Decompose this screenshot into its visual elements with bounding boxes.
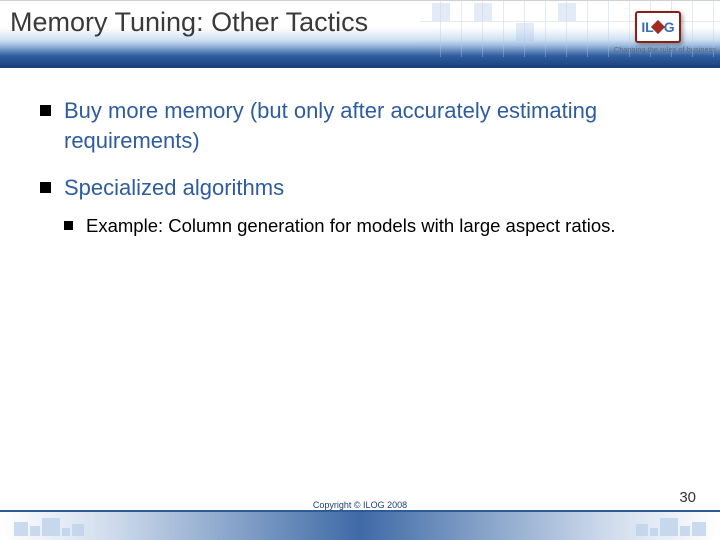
slide-header: Memory Tuning: Other Tactics I L G Chang… [0, 0, 720, 68]
copyright-text: Copyright © ILOG 2008 [0, 500, 720, 510]
footer-decoration-left [14, 514, 124, 536]
footer-decoration-right [596, 514, 706, 536]
logo-tagline: Changing the rules of business [614, 47, 702, 54]
bullet-item: Specialized algorithms Example: Column g… [40, 173, 680, 239]
sub-bullet-text: Example: Column generation for models wi… [86, 215, 616, 236]
bullet-text: Specialized algorithms [64, 175, 284, 200]
slide-title: Memory Tuning: Other Tactics [10, 7, 368, 38]
logo-diamond-icon [651, 20, 665, 34]
sub-bullet-item: Example: Column generation for models wi… [64, 213, 680, 239]
bullet-item: Buy more memory (but only after accurate… [40, 96, 680, 155]
logo-text-right: G [664, 19, 675, 35]
slide-body: Buy more memory (but only after accurate… [0, 68, 720, 239]
bullet-text: Buy more memory (but only after accurate… [64, 98, 597, 153]
logo-mark: I L G [635, 11, 681, 43]
logo: I L G Changing the rules of business [614, 11, 702, 54]
slide-footer [0, 510, 720, 540]
